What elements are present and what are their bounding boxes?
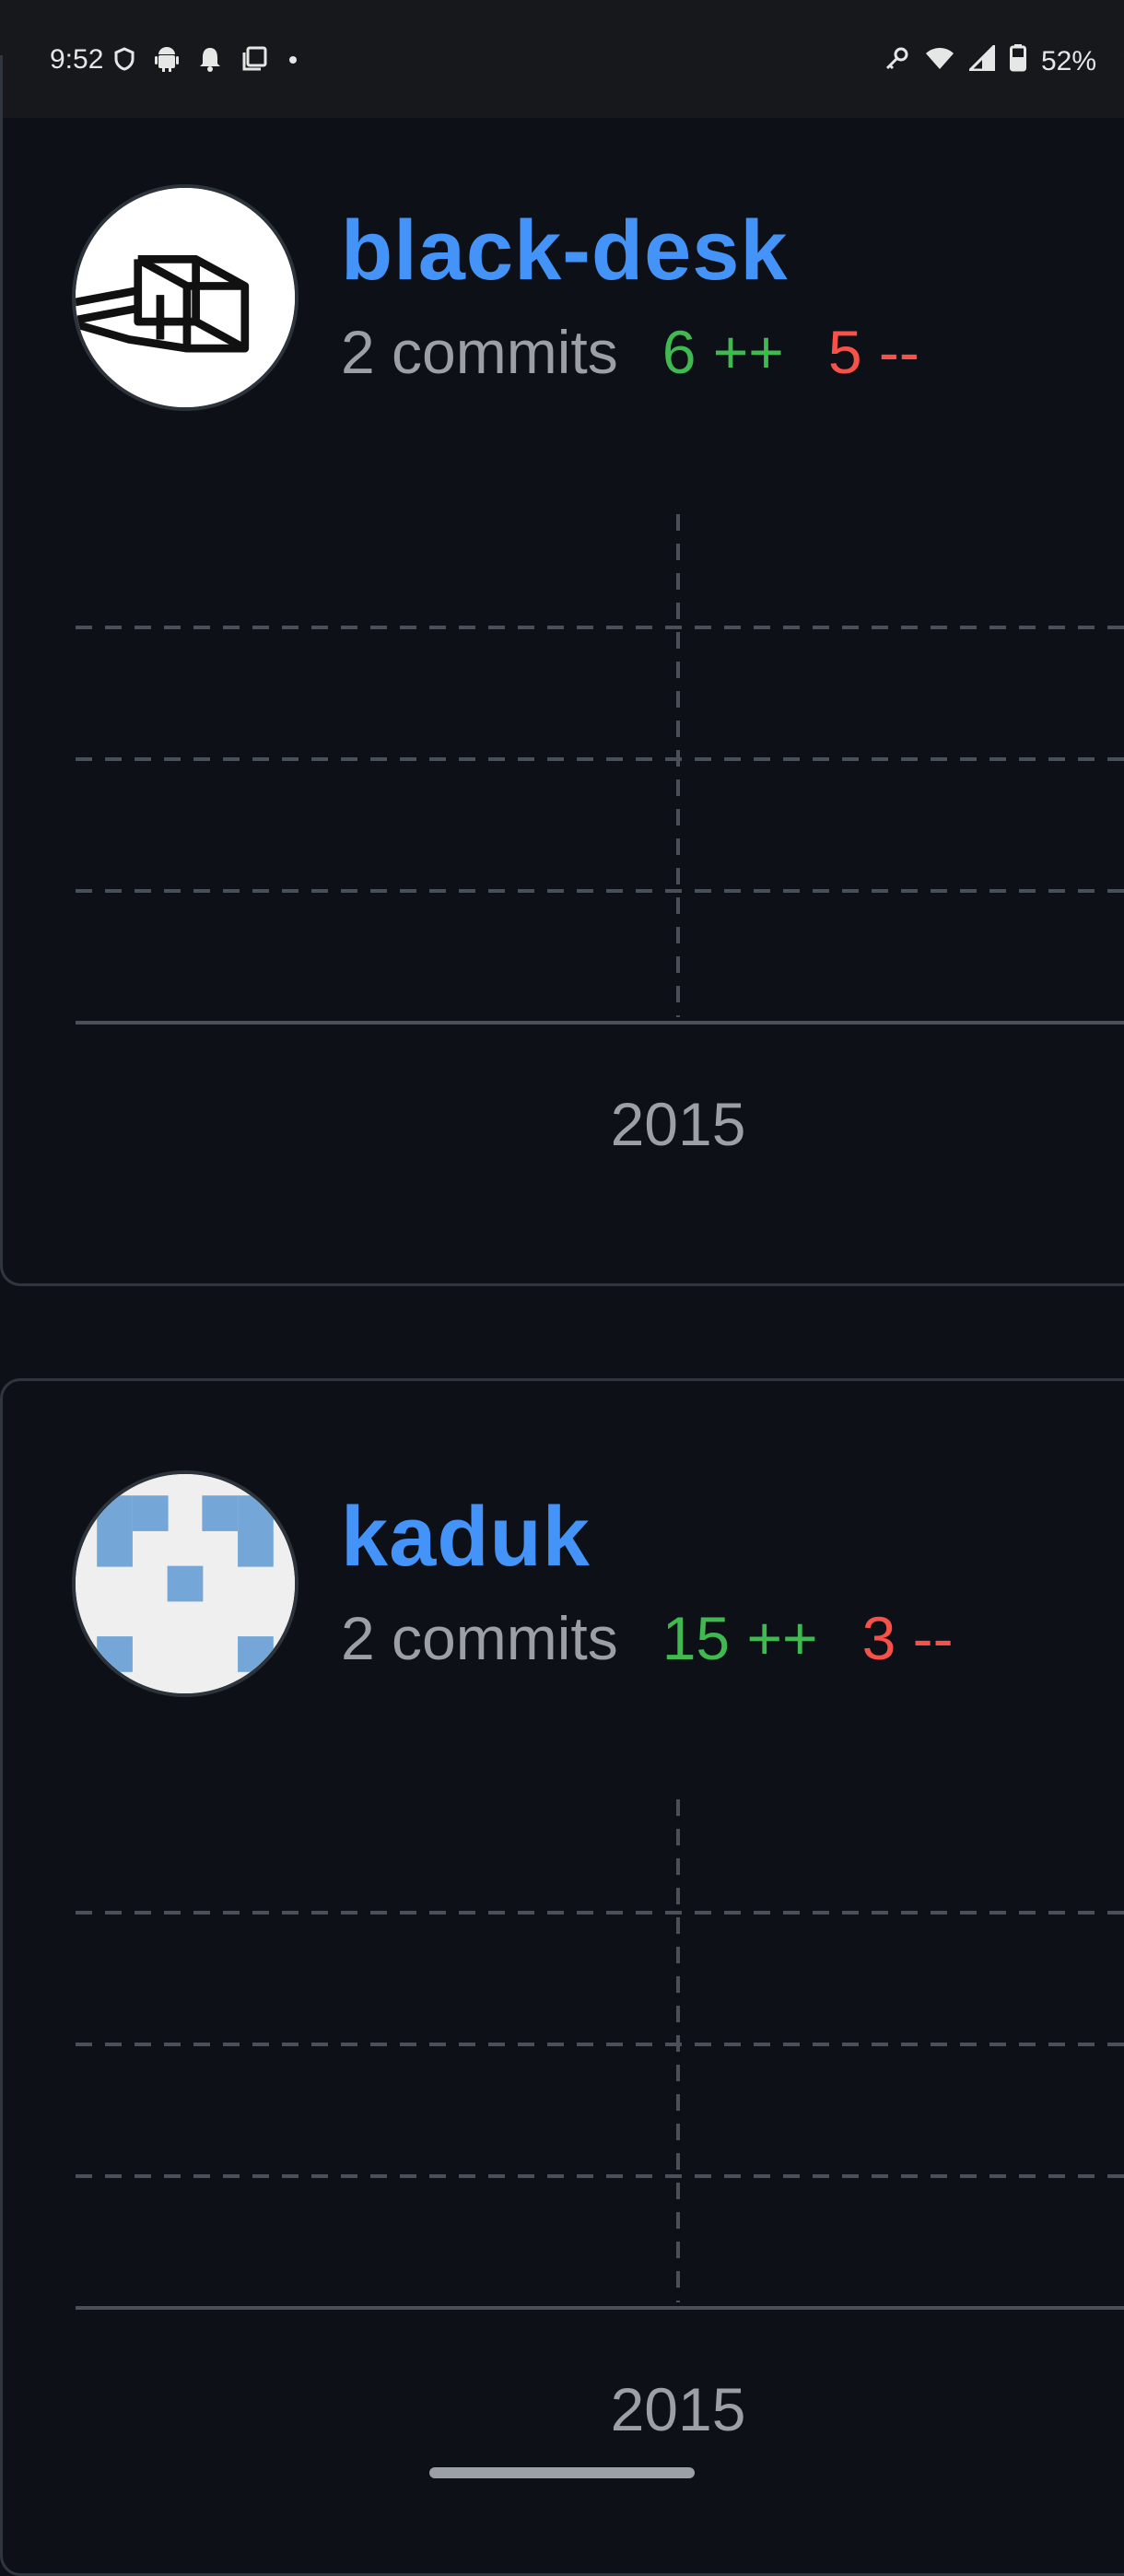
contributor-name[interactable]: kaduk	[341, 1489, 591, 1586]
additions-count: 15 ++	[662, 1604, 818, 1672]
home-indicator[interactable]	[429, 2467, 695, 2478]
contributor-stats: 2 commits 15 ++ 3 --	[341, 1603, 954, 1673]
activity-chart: 2015	[0, 507, 1124, 1198]
commit-count: 2 commits	[341, 1604, 618, 1672]
x-tick-label: 2015	[611, 2375, 746, 2443]
contributor-name[interactable]: black-desk	[341, 203, 789, 299]
activity-chart: 2015	[0, 1792, 1124, 2499]
x-tick-label: 2015	[611, 1090, 746, 1158]
deletions-count: 5 --	[827, 318, 919, 386]
deletions-count: 3 --	[861, 1604, 954, 1672]
avatar[interactable]	[72, 184, 299, 411]
avatar[interactable]	[72, 1470, 299, 1697]
additions-count: 6 ++	[662, 318, 784, 386]
commit-count: 2 commits	[341, 318, 618, 386]
identicon-avatar-icon	[76, 1474, 295, 1693]
desk-avatar-icon	[76, 188, 295, 407]
contributor-stats: 2 commits 6 ++ 5 --	[341, 317, 919, 387]
